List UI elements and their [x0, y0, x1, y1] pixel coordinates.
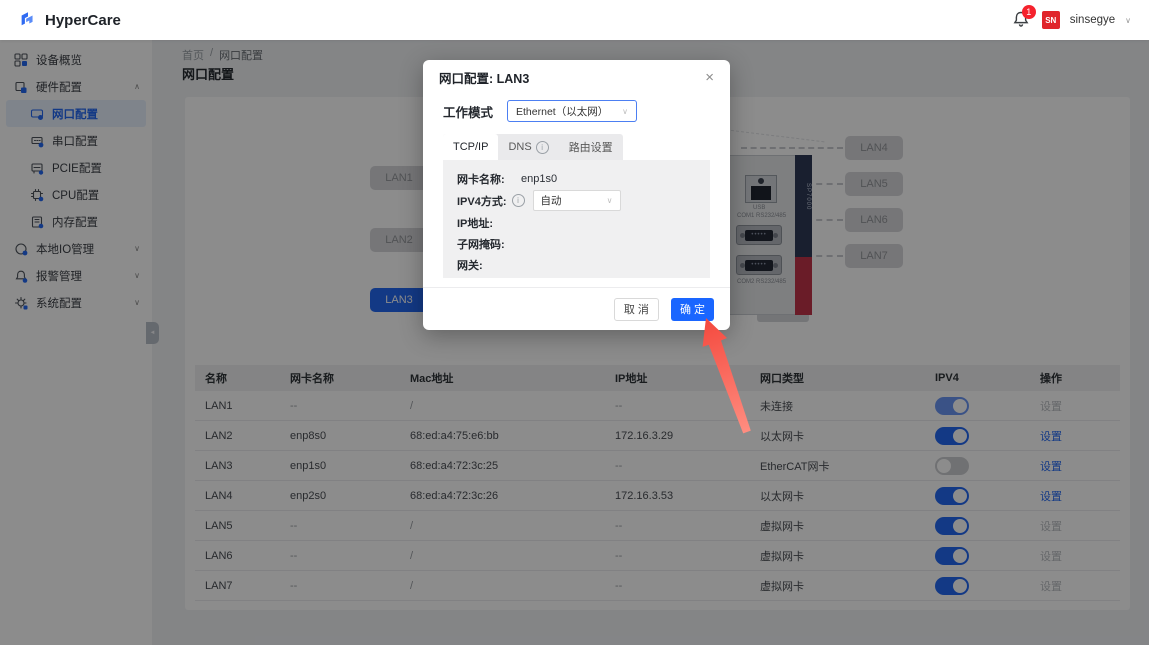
- chevron-down-icon: ∨: [622, 106, 629, 116]
- gateway-row: 网关:: [457, 255, 696, 274]
- modal-title: 网口配置: LAN3: [439, 71, 530, 86]
- avatar[interactable]: SN: [1041, 11, 1060, 29]
- tab-dns[interactable]: DNS i: [498, 134, 558, 160]
- ip-address-row: IP地址:: [457, 213, 696, 232]
- chevron-down-icon[interactable]: ∨: [1125, 16, 1131, 25]
- gateway-label: 网关:: [457, 259, 483, 272]
- work-mode-label: 工作模式: [443, 105, 494, 120]
- work-mode-value: Ethernet（以太网）: [516, 105, 609, 118]
- top-bar: HyperCare 1 SN sinsegye ∨: [0, 0, 1149, 40]
- modal-tabs: TCP/IP DNS i 路由设置: [443, 134, 623, 160]
- cancel-button[interactable]: 取 消: [613, 297, 659, 321]
- work-mode-row: 工作模式 Ethernet（以太网） ∨: [443, 100, 710, 122]
- brand: HyperCare: [18, 10, 121, 30]
- subnet-mask-row: 子网掩码:: [457, 234, 696, 253]
- modal-footer: 取 消 确 定: [423, 287, 730, 330]
- ipv4-mode-select[interactable]: 自动 ∨: [532, 190, 621, 211]
- brand-name: HyperCare: [45, 11, 121, 29]
- info-icon: i: [535, 140, 549, 154]
- notifications-button[interactable]: 1: [1010, 5, 1036, 31]
- nic-name-label: 网卡名称:: [457, 173, 505, 186]
- info-icon[interactable]: i: [511, 194, 525, 207]
- ipv4-mode-value: 自动: [540, 195, 562, 207]
- ipv4-mode-row: IPV4方式: i 自动 ∨: [457, 190, 696, 211]
- tab-tcpip[interactable]: TCP/IP: [443, 134, 499, 160]
- app-window: HyperCare 1 SN sinsegye ∨ 设备概览 硬件配置 ∧ 网口…: [0, 0, 1149, 645]
- nic-name-row: 网卡名称: enp1s0: [457, 169, 696, 188]
- port-config-modal: 网口配置: LAN3 × 工作模式 Ethernet（以太网） ∨ TCP/IP…: [423, 60, 730, 330]
- modal-header: 网口配置: LAN3 ×: [423, 60, 730, 94]
- work-mode-select[interactable]: Ethernet（以太网） ∨: [507, 100, 638, 122]
- modal-body: 工作模式 Ethernet（以太网） ∨ TCP/IP DNS i 路由设置 网卡…: [423, 100, 730, 278]
- close-icon[interactable]: ×: [705, 70, 714, 85]
- subnet-mask-label: 子网掩码:: [457, 238, 505, 251]
- username[interactable]: sinsegye: [1070, 14, 1115, 26]
- tab-route-settings[interactable]: 路由设置: [559, 134, 623, 160]
- nic-name-value: enp1s0: [521, 172, 558, 185]
- chevron-down-icon: ∨: [606, 196, 613, 205]
- ipv4-mode-label: IPV4方式:: [457, 195, 507, 208]
- tcpip-panel: 网卡名称: enp1s0 IPV4方式: i 自动 ∨ IP地址: 子网掩码: …: [443, 160, 710, 278]
- top-right-cluster: 1 SN sinsegye ∨: [1010, 5, 1131, 31]
- confirm-button[interactable]: 确 定: [670, 297, 714, 321]
- notification-badge: 1: [1021, 5, 1036, 19]
- hypercare-logo-icon: [21, 12, 33, 26]
- ip-address-label: IP地址:: [457, 217, 494, 230]
